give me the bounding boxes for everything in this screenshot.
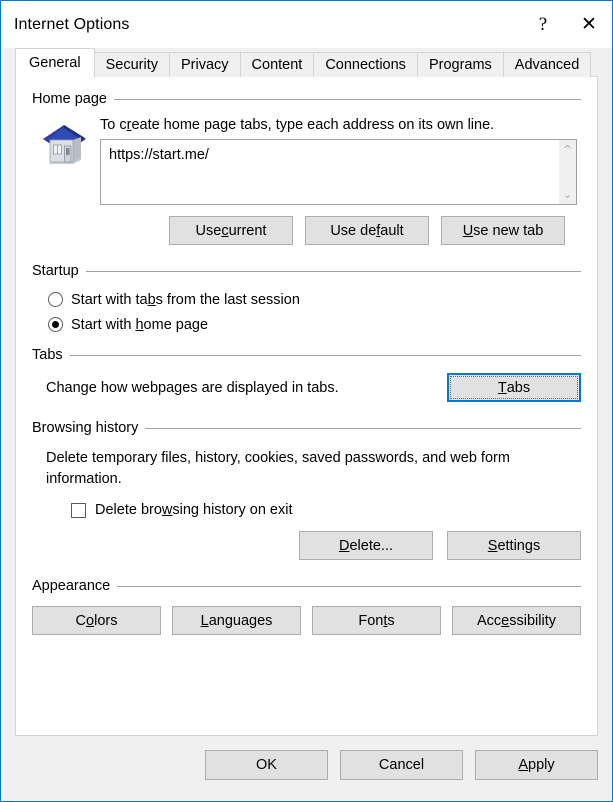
home-page-body: To create home page tabs, type each addr… xyxy=(32,117,581,205)
close-icon: ✕ xyxy=(581,13,597,35)
tab-general[interactable]: General xyxy=(15,48,95,77)
appearance-group: Appearance Co lors Languages Fon t s Acc e ss… xyxy=(32,576,581,636)
tabs-description: Change how webpages are displayed in tab… xyxy=(46,379,339,396)
house-icon xyxy=(41,122,89,168)
tab-label: Privacy xyxy=(180,57,229,73)
title-bar: Internet Options ? ✕ xyxy=(1,1,612,48)
browsing-history-description: Delete temporary files, history, cookies… xyxy=(46,450,510,488)
tab-label: Connections xyxy=(325,57,406,73)
use-new-tab-button[interactable]: Use new tab xyxy=(441,216,565,245)
ok-button[interactable]: OK xyxy=(205,750,328,780)
group-divider xyxy=(117,585,581,587)
home-page-button-row: Use c urrent Use de f ault Use new tab xyxy=(32,216,565,245)
delete-button[interactable]: Delete... xyxy=(299,531,433,561)
tabs-button[interactable]: Tabs xyxy=(447,373,581,402)
group-divider xyxy=(85,270,581,272)
tab-advanced[interactable]: Advanced xyxy=(502,52,592,77)
radio-indicator[interactable] xyxy=(48,317,63,332)
radio-label: Start with home page xyxy=(71,316,209,333)
tab-label: Content xyxy=(251,57,303,73)
colors-button[interactable]: Co lors xyxy=(32,606,161,636)
tabs-group: Tabs Change how webpages are displayed i… xyxy=(32,345,581,402)
startup-group-title: Startup xyxy=(32,263,79,279)
checkbox-indicator[interactable] xyxy=(71,502,86,518)
startup-options: Start with tabs from the last session St… xyxy=(32,287,581,337)
tabs-group-title: Tabs xyxy=(32,347,63,363)
home-page-url-box[interactable]: https://start.me/ ^ ⌄ xyxy=(100,139,577,205)
scroll-up-icon[interactable]: ^ xyxy=(563,144,572,155)
delete-history-on-exit-checkbox-row[interactable]: Delete browsing history on exit xyxy=(71,502,581,518)
close-button[interactable]: ✕ xyxy=(566,1,612,48)
internet-options-dialog: Internet Options ? ✕ General Security Pr… xyxy=(0,0,613,802)
languages-button[interactable]: Languages xyxy=(172,606,301,636)
general-tab-panel: Home page To create home page tabs, type… xyxy=(15,76,598,736)
use-default-button[interactable]: Use de f ault xyxy=(305,216,429,245)
tab-privacy[interactable]: Privacy xyxy=(168,52,241,77)
tab-security[interactable]: Security xyxy=(93,52,170,77)
browsing-history-group: Browsing history Delete temporary files,… xyxy=(32,418,581,561)
cancel-button[interactable]: Cancel xyxy=(340,750,463,780)
tab-label: General xyxy=(29,55,81,71)
home-page-group-header: Home page xyxy=(32,89,581,109)
home-page-group-title: Home page xyxy=(32,91,107,107)
tab-connections[interactable]: Connections xyxy=(313,52,418,77)
startup-group-header: Startup xyxy=(32,261,581,281)
group-divider xyxy=(113,98,581,100)
home-page-description: To create home page tabs, type each addr… xyxy=(100,117,495,133)
fonts-button[interactable]: Fon t s xyxy=(312,606,441,636)
question-mark-icon: ? xyxy=(538,14,548,35)
title-bar-buttons: ? ✕ xyxy=(520,1,612,48)
browsing-history-group-header: Browsing history xyxy=(32,418,581,438)
help-button[interactable]: ? xyxy=(520,1,566,48)
radio-label: Start with tabs from the last session xyxy=(71,291,300,308)
accessibility-button[interactable]: Acc e ssibility xyxy=(452,606,581,636)
use-current-button[interactable]: Use c urrent xyxy=(169,216,293,245)
browsing-history-group-title: Browsing history xyxy=(32,420,139,436)
scroll-down-icon[interactable]: ⌄ xyxy=(563,189,572,200)
startup-group: Startup Start with tabs from the last se… xyxy=(32,261,581,337)
appearance-button-row: Co lors Languages Fon t s Acc e ssibility xyxy=(32,606,581,636)
tab-strip: General Security Privacy Content Connect… xyxy=(15,48,612,77)
checkbox-label: Delete browsing history on exit xyxy=(95,502,293,519)
group-divider xyxy=(69,354,581,356)
tab-label: Security xyxy=(105,57,158,73)
tabs-body: Change how webpages are displayed in tab… xyxy=(32,373,581,402)
tab-programs[interactable]: Programs xyxy=(416,52,504,77)
tab-label: Programs xyxy=(428,57,492,73)
url-box-scrollbar[interactable]: ^ ⌄ xyxy=(559,140,576,204)
browsing-history-body: Delete temporary files, history, cookies… xyxy=(32,448,581,561)
group-divider xyxy=(145,427,581,429)
radio-start-with-home-page[interactable]: Start with home page xyxy=(48,312,581,337)
tab-label: Advanced xyxy=(514,57,580,73)
window-title: Internet Options xyxy=(14,15,130,33)
radio-indicator[interactable] xyxy=(48,292,63,307)
appearance-group-title: Appearance xyxy=(32,578,111,595)
settings-button[interactable]: Settings xyxy=(447,531,581,561)
tabs-group-header: Tabs xyxy=(32,345,581,365)
appearance-group-header: Appearance xyxy=(32,576,581,596)
dialog-footer: OK Cancel Apply xyxy=(1,736,612,801)
radio-start-with-last-session[interactable]: Start with tabs from the last session xyxy=(48,287,581,312)
home-page-fields: To create home page tabs, type each addr… xyxy=(100,117,581,205)
browsing-history-button-row: Delete... Settings xyxy=(32,531,581,561)
tab-content[interactable]: Content xyxy=(239,52,315,77)
apply-button[interactable]: Apply xyxy=(475,750,598,780)
home-page-group: Home page To create home page tabs, type… xyxy=(32,89,581,245)
home-page-url-input[interactable]: https://start.me/ xyxy=(101,140,559,204)
